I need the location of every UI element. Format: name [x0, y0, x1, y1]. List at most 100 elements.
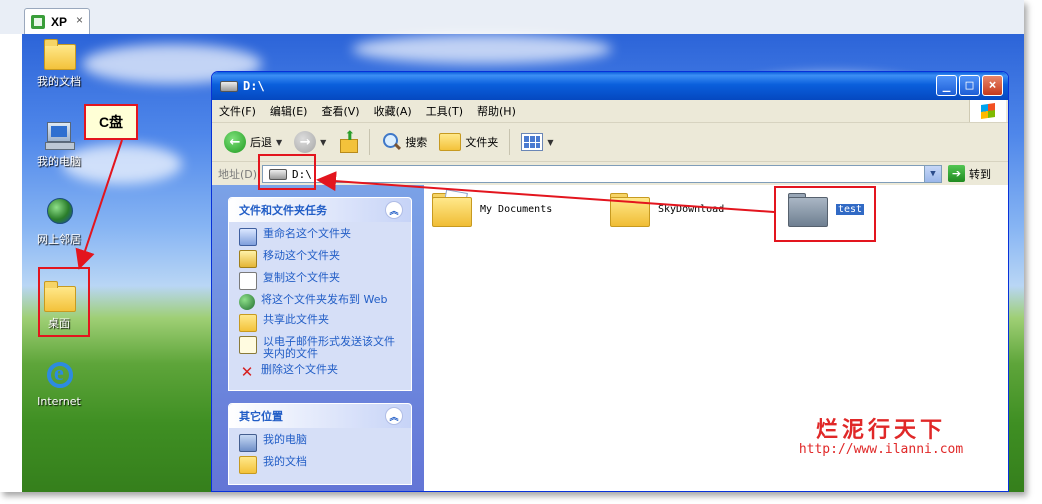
- maximize-button[interactable]: □: [959, 75, 980, 96]
- computer-icon: [239, 434, 257, 452]
- forward-button[interactable]: → ▼: [290, 129, 330, 155]
- place-my-computer[interactable]: 我的电脑: [239, 434, 405, 452]
- folders-button[interactable]: 文件夹: [435, 131, 502, 153]
- annotation-box-desktop: [38, 267, 90, 337]
- collapse-chevron-icon[interactable]: ︽: [385, 201, 403, 219]
- address-label: 地址(D): [218, 168, 258, 181]
- vm-tab-label: XP: [51, 14, 68, 29]
- watermark-url: http://www.ilanni.com: [798, 442, 964, 457]
- desktop-icon-label: Internet: [37, 395, 81, 408]
- internet-explorer-icon: [43, 360, 75, 392]
- views-button[interactable]: ▼: [517, 131, 557, 153]
- window-title: D:\: [243, 79, 265, 93]
- place-my-documents[interactable]: 我的文档: [239, 456, 405, 474]
- folder-icon: [610, 193, 650, 227]
- close-button[interactable]: ×: [982, 75, 1003, 96]
- file-tasks-panel: 文件和文件夹任务 ︽ 重命名这个文件夹 移动这个文件夹 复制这个文件夹 将这个文…: [228, 197, 412, 391]
- desktop-icon-network[interactable]: 网上邻居: [24, 196, 94, 247]
- address-dropdown-icon[interactable]: ▼: [924, 166, 941, 182]
- task-email[interactable]: 以电子邮件形式发送该文件夹内的文件: [239, 336, 405, 360]
- back-button[interactable]: ← 后退 ▼: [220, 129, 286, 155]
- menu-tools[interactable]: 工具(T): [419, 103, 470, 119]
- go-button[interactable]: ➔ 转到: [948, 165, 991, 182]
- other-places-panel: 其它位置 ︽ 我的电脑 我的文档: [228, 403, 412, 485]
- window-controls: _ □ ×: [936, 75, 1003, 96]
- desktop-icon-label: 我的文档: [37, 75, 81, 88]
- task-publish-web[interactable]: 将这个文件夹发布到 Web: [239, 294, 405, 310]
- delete-icon: ✕: [240, 363, 254, 381]
- go-arrow-icon: ➔: [948, 165, 965, 182]
- search-button[interactable]: 搜索: [377, 130, 431, 154]
- vm-tabbar: XP ×: [0, 0, 1024, 35]
- back-arrow-icon: ←: [224, 131, 246, 153]
- watermark-brand: 烂泥行天下: [815, 417, 946, 443]
- toolbar: ← 后退 ▼ → ▼ 搜索 文件夹 ▼: [212, 123, 1008, 162]
- back-label: 后退: [250, 136, 272, 149]
- folder-icon: [439, 133, 462, 151]
- task-copy[interactable]: 复制这个文件夹: [239, 272, 405, 290]
- collapse-chevron-icon[interactable]: ︽: [385, 407, 403, 425]
- drive-icon: [220, 80, 238, 92]
- window-titlebar[interactable]: D:\ _ □ ×: [212, 72, 1008, 100]
- task-label: 移动这个文件夹: [263, 249, 340, 262]
- desktop-icon-my-documents[interactable]: 我的文档: [24, 38, 94, 89]
- file-my-documents[interactable]: My Documents: [432, 189, 553, 227]
- menu-edit[interactable]: 编辑(E): [263, 103, 315, 119]
- screenshot-frame: XP × 我的文档 我的电脑 网上邻居 桌面 Internet: [0, 0, 1024, 492]
- up-button[interactable]: [334, 129, 362, 155]
- vm-tab-close-icon[interactable]: ×: [76, 13, 83, 27]
- desktop-icon-internet[interactable]: Internet: [24, 360, 94, 408]
- task-label: 重命名这个文件夹: [263, 227, 351, 240]
- task-pane: 文件和文件夹任务 ︽ 重命名这个文件夹 移动这个文件夹 复制这个文件夹 将这个文…: [212, 185, 424, 491]
- place-label: 我的文档: [263, 455, 307, 468]
- task-share[interactable]: 共享此文件夹: [239, 314, 405, 332]
- vm-tab-xp[interactable]: XP ×: [24, 8, 90, 34]
- cloud: [352, 34, 612, 64]
- other-places-title: 其它位置: [239, 410, 283, 423]
- computer-icon: [43, 118, 75, 150]
- task-label: 共享此文件夹: [263, 313, 329, 326]
- desktop-icon-label: 我的电脑: [37, 155, 81, 168]
- task-move[interactable]: 移动这个文件夹: [239, 250, 405, 268]
- file-name: My Documents: [480, 203, 553, 215]
- minimize-button[interactable]: _: [936, 75, 957, 96]
- forward-arrow-icon: →: [294, 131, 317, 153]
- folders-label: 文件夹: [465, 136, 499, 149]
- annotation-box-address: [258, 154, 316, 190]
- task-delete[interactable]: ✕ 删除这个文件夹: [239, 364, 405, 380]
- task-label: 以电子邮件形式发送该文件夹内的文件: [263, 335, 395, 360]
- menu-help[interactable]: 帮助(H): [470, 103, 523, 119]
- documents-folder-icon: [43, 38, 76, 70]
- place-label: 我的电脑: [263, 433, 307, 446]
- menu-view[interactable]: 查看(V): [314, 103, 366, 119]
- annotation-callout: C盘: [84, 104, 138, 140]
- views-icon: [521, 133, 544, 151]
- task-rename[interactable]: 重命名这个文件夹: [239, 228, 405, 246]
- file-skydownload[interactable]: SkyDownload: [610, 193, 725, 227]
- dropdown-arrow-icon[interactable]: ▼: [547, 138, 553, 147]
- annotation-box-test-folder: [774, 186, 876, 242]
- menu-favorites[interactable]: 收藏(A): [367, 103, 419, 119]
- toolbar-separator: [509, 129, 511, 155]
- dropdown-arrow-icon[interactable]: ▼: [276, 138, 282, 147]
- address-bar: 地址(D) D:\ ▼ ➔ 转到: [212, 162, 1008, 187]
- copy-icon: [239, 272, 257, 290]
- search-icon: [381, 132, 401, 152]
- documents-folder-icon: [239, 456, 257, 474]
- network-globe-icon: [43, 196, 75, 228]
- email-icon: [239, 336, 257, 354]
- file-tasks-header[interactable]: 文件和文件夹任务 ︽: [229, 198, 411, 222]
- go-label: 转到: [969, 167, 991, 181]
- file-tasks-title: 文件和文件夹任务: [239, 204, 327, 217]
- file-name: SkyDownload: [658, 203, 725, 215]
- windows-flag-icon: [981, 103, 995, 119]
- search-label: 搜索: [405, 136, 428, 149]
- menubar: 文件(F) 编辑(E) 查看(V) 收藏(A) 工具(T) 帮助(H): [212, 100, 1008, 123]
- desktop-icon-label: 网上邻居: [37, 233, 81, 246]
- menu-file[interactable]: 文件(F): [212, 103, 263, 119]
- other-places-header[interactable]: 其它位置 ︽: [229, 404, 411, 428]
- dropdown-arrow-icon[interactable]: ▼: [320, 138, 326, 147]
- move-icon: [239, 250, 257, 268]
- address-input[interactable]: D:\ ▼: [262, 165, 942, 183]
- documents-folder-icon: [432, 189, 472, 227]
